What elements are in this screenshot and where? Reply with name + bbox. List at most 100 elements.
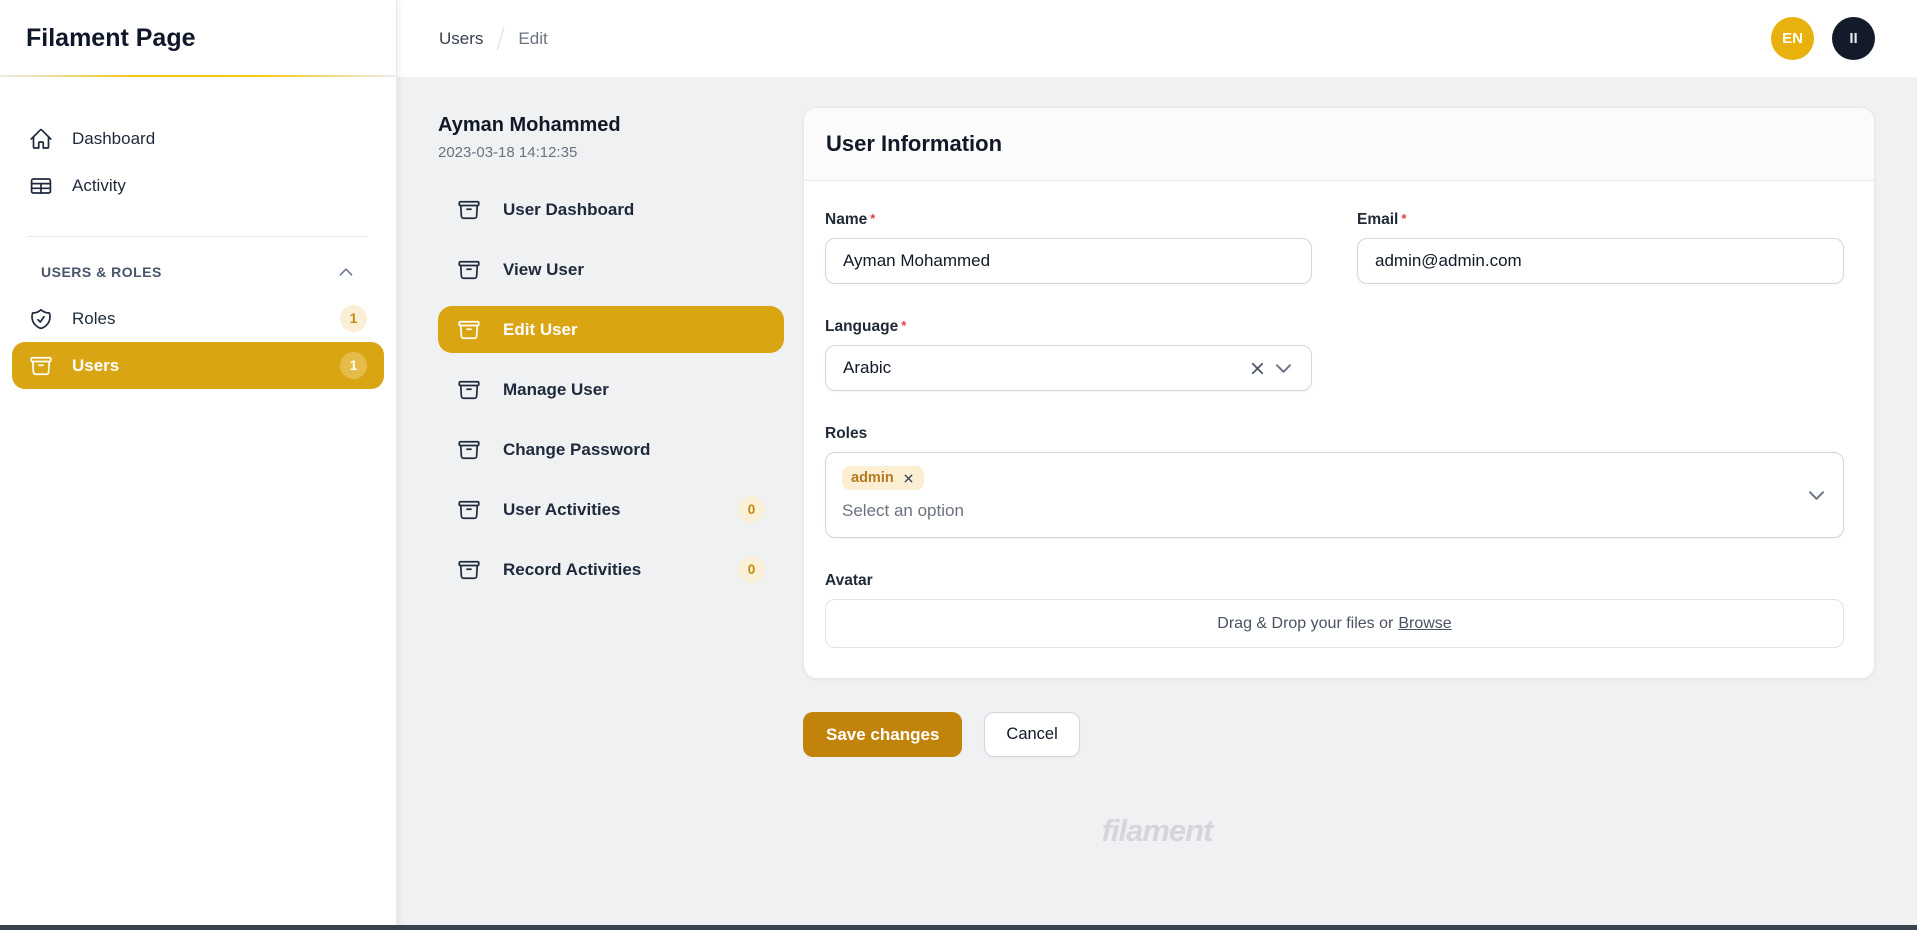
record-nav-label: Edit User (503, 320, 578, 340)
sidebar-item-label: Activity (72, 176, 126, 196)
record-title: Ayman Mohammed (438, 114, 784, 137)
required-asterisk: * (1401, 211, 1406, 226)
breadcrumb: Users Edit (439, 27, 548, 51)
record-nav-user-dashboard[interactable]: User Dashboard (438, 186, 784, 233)
name-field-group: Name* (825, 211, 1312, 284)
avatar-field-group: Avatar Drag & Drop your files or Browse (825, 572, 1844, 648)
users-count-badge: 1 (340, 352, 367, 379)
language-switcher-button[interactable]: EN (1771, 17, 1814, 60)
sidebar: Filament Page Dashboard Activity USERS &… (0, 0, 397, 930)
roles-label: Roles (825, 425, 1844, 443)
roles-field-group: Roles admin Select an option (825, 425, 1844, 538)
x-mark-icon (902, 472, 915, 485)
record-nav-label: Manage User (503, 380, 609, 400)
user-activities-count-badge: 0 (738, 496, 765, 523)
chevron-down-icon (1273, 358, 1294, 379)
language-select[interactable]: Arabic (825, 345, 1312, 391)
roles-multiselect[interactable]: admin Select an option (825, 452, 1844, 538)
sidebar-item-dashboard[interactable]: Dashboard (12, 115, 384, 162)
user-avatar[interactable]: II (1832, 17, 1875, 60)
form-actions: Save changes Cancel (803, 712, 1875, 757)
sidebar-item-users[interactable]: Users 1 (12, 342, 384, 389)
archive-box-icon (457, 558, 481, 582)
avatar-dropzone[interactable]: Drag & Drop your files or Browse (825, 599, 1844, 648)
x-mark-icon (1248, 359, 1267, 378)
cancel-button[interactable]: Cancel (984, 712, 1079, 757)
record-column: Ayman Mohammed 2023-03-18 14:12:35 User … (438, 107, 784, 606)
brand-title: Filament Page (0, 0, 396, 77)
sidebar-item-roles[interactable]: Roles 1 (12, 295, 384, 342)
horizontal-scrollbar[interactable] (0, 925, 1917, 930)
breadcrumb-current: Edit (518, 29, 547, 49)
record-nav-view-user[interactable]: View User (438, 246, 784, 293)
form-column: User Information Name* Email* (803, 107, 1875, 757)
sidebar-divider (28, 236, 368, 237)
archive-box-icon (457, 318, 481, 342)
chevron-down-icon (1806, 485, 1827, 506)
record-nav-label: User Dashboard (503, 200, 634, 220)
archive-box-icon (457, 378, 481, 402)
sidebar-item-label: Roles (72, 309, 115, 329)
required-asterisk: * (870, 211, 875, 226)
language-clear-button[interactable] (1244, 355, 1270, 381)
record-nav-manage-user[interactable]: Manage User (438, 366, 784, 413)
roles-count-badge: 1 (340, 305, 367, 332)
record-nav-user-activities[interactable]: User Activities 0 (438, 486, 784, 533)
record-timestamp: 2023-03-18 14:12:35 (438, 144, 784, 161)
topbar: Users Edit EN II (397, 0, 1917, 77)
record-nav: User Dashboard View User Edit User (438, 186, 784, 593)
main-area: Users Edit EN II Ayman Mohammed 2023-03-… (397, 0, 1917, 930)
sidebar-item-activity[interactable]: Activity (12, 162, 384, 209)
avatar-label: Avatar (825, 572, 1844, 590)
name-label: Name* (825, 211, 1312, 229)
archive-box-icon (457, 438, 481, 462)
filament-watermark: filament (397, 813, 1917, 849)
language-selected-value: Arabic (843, 358, 891, 378)
save-changes-button[interactable]: Save changes (803, 712, 962, 757)
record-nav-label: Record Activities (503, 560, 641, 580)
email-field-group: Email* (1357, 211, 1844, 284)
dropzone-text: Drag & Drop your files or (1217, 615, 1393, 633)
record-activities-count-badge: 0 (738, 556, 765, 583)
app-window: Filament Page Dashboard Activity USERS &… (0, 0, 1917, 930)
language-dropdown-toggle[interactable] (1270, 355, 1296, 381)
record-nav-record-activities[interactable]: Record Activities 0 (438, 546, 784, 593)
archive-box-icon (29, 354, 53, 378)
browse-link[interactable]: Browse (1398, 615, 1451, 633)
sidebar-nav: Dashboard Activity USERS & ROLES Roles 1… (0, 77, 396, 389)
sidebar-group-users-roles[interactable]: USERS & ROLES (41, 263, 355, 281)
chevron-up-icon[interactable] (337, 263, 355, 281)
sidebar-item-label: Dashboard (72, 129, 155, 149)
topbar-right: EN II (1771, 17, 1875, 60)
record-nav-label: User Activities (503, 500, 620, 520)
breadcrumb-users-link[interactable]: Users (439, 29, 483, 49)
page-content: Ayman Mohammed 2023-03-18 14:12:35 User … (397, 77, 1917, 930)
email-field[interactable] (1357, 238, 1844, 284)
role-tag-admin: admin (842, 466, 924, 490)
record-nav-label: Change Password (503, 440, 650, 460)
card-header: User Information (804, 108, 1874, 181)
required-asterisk: * (901, 318, 906, 333)
record-nav-change-password[interactable]: Change Password (438, 426, 784, 473)
remove-role-button[interactable] (902, 472, 915, 485)
sidebar-group-label: USERS & ROLES (41, 264, 162, 280)
section-title: User Information (826, 131, 1852, 157)
table-icon (29, 174, 53, 198)
email-label: Email* (1357, 211, 1844, 229)
user-information-card: User Information Name* Email* (803, 107, 1875, 679)
roles-dropdown-toggle[interactable] (1803, 482, 1829, 508)
record-nav-label: View User (503, 260, 584, 280)
language-field-group: Language* Arabic (825, 318, 1312, 391)
home-icon (29, 127, 53, 151)
language-label: Language* (825, 318, 1312, 336)
archive-box-icon (457, 498, 481, 522)
archive-box-icon (457, 258, 481, 282)
empty-grid-cell (1357, 318, 1844, 391)
card-body: Name* Email* Language* Arabic (804, 181, 1874, 678)
roles-placeholder: Select an option (842, 501, 1799, 521)
record-nav-edit-user[interactable]: Edit User (438, 306, 784, 353)
sidebar-item-label: Users (72, 356, 119, 376)
breadcrumb-separator (497, 27, 505, 50)
name-field[interactable] (825, 238, 1312, 284)
shield-check-icon (29, 307, 53, 331)
